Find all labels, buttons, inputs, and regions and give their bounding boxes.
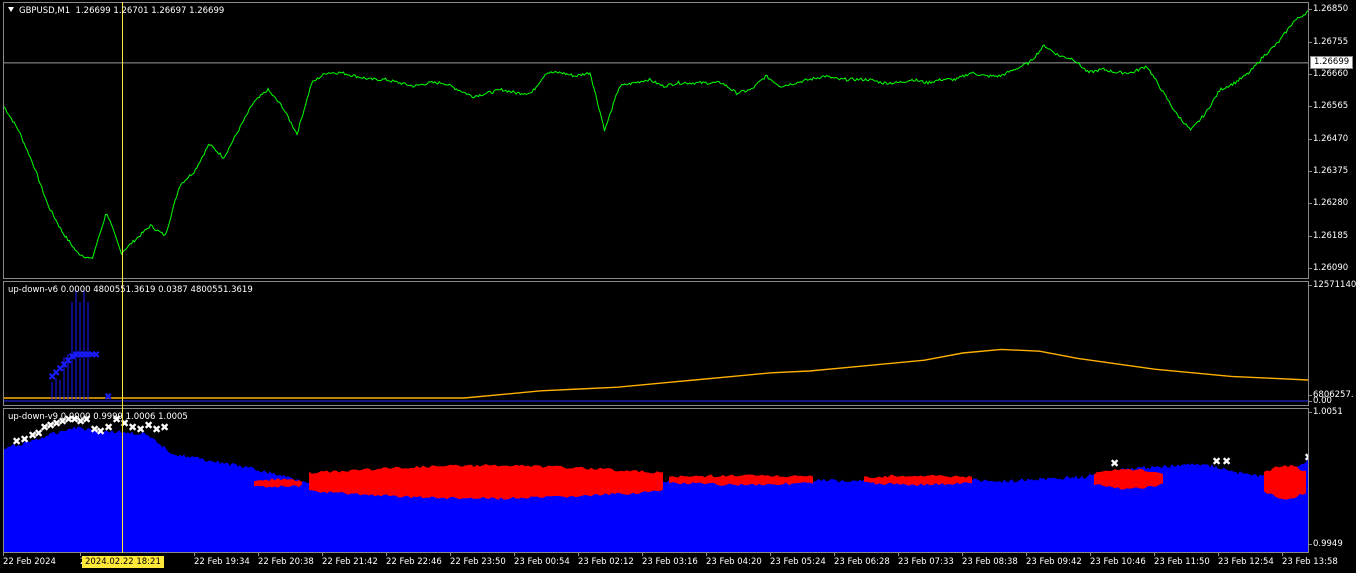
price-tick: 1.26755 xyxy=(1308,36,1349,47)
crosshair-date-label: 2024.02.22 18:21 xyxy=(82,556,164,568)
time-label: 23 Feb 02:12 xyxy=(578,553,634,567)
indicator-v6-marker: ✖ xyxy=(92,350,100,361)
price-tick: 1.26280 xyxy=(1308,198,1349,209)
time-label: 22 Feb 23:50 xyxy=(450,553,506,567)
price-tick: 1.26090 xyxy=(1308,262,1349,273)
time-label: 22 Feb 20:38 xyxy=(258,553,314,567)
indicator-v6-tick: 0.00 xyxy=(1309,396,1332,406)
time-label: 23 Feb 12:54 xyxy=(1218,553,1274,567)
indicator-v9-tick: 0.9949 xyxy=(1309,539,1343,549)
price-tick: 1.26565 xyxy=(1308,101,1349,112)
time-label: 23 Feb 06:28 xyxy=(834,553,890,567)
time-label: 23 Feb 05:24 xyxy=(770,553,826,567)
indicator-v6-marker: ✖ xyxy=(104,392,112,403)
price-tick: 1.26850 xyxy=(1308,4,1349,15)
indicator-v9-marker: ✖ xyxy=(160,421,169,434)
current-price-label: 1.26699 xyxy=(1310,55,1354,69)
indicator-pane-v6[interactable]: up-down-v6 0.0000 4800551.3619 0.0387 48… xyxy=(3,281,1309,406)
time-label: 22 Feb 22:46 xyxy=(386,553,442,567)
indicator-v9-tick: 1.0051 xyxy=(1309,407,1343,417)
time-label: 23 Feb 04:20 xyxy=(706,553,762,567)
time-label: 22 Feb 21:42 xyxy=(322,553,378,567)
indicator-title-v9: up-down-v9 0.0000 0.9999 1.0006 1.0005 xyxy=(8,412,188,422)
price-axis[interactable]: 1.26850 1.26755 1.26660 1.26565 1.26470 1.263… xyxy=(1308,2,1356,279)
crosshair-vertical-line xyxy=(122,2,123,553)
time-label: 23 Feb 10:46 xyxy=(1090,553,1146,567)
indicator-v6-tick: 125711409 xyxy=(1309,280,1356,290)
price-tick: 1.26375 xyxy=(1308,165,1349,176)
symbol-quote: GBPUSD,M1 1.26699 1.26701 1.26697 1.2669… xyxy=(19,6,225,16)
indicator-v9-marker: ✖ xyxy=(1304,451,1309,464)
price-chart-pane[interactable]: GBPUSD,M1 1.26699 1.26701 1.26697 1.2669… xyxy=(3,2,1309,279)
indicator-pane-v9[interactable]: up-down-v9 0.0000 0.9999 1.0006 1.0005 ✖… xyxy=(3,408,1309,553)
price-series-line xyxy=(4,10,1308,259)
indicator-v9-axis: 1.0051 0.9949 xyxy=(1309,407,1356,553)
indicator-v6-line xyxy=(4,348,1308,399)
indicator-v9-marker: ✖ xyxy=(1110,457,1119,470)
time-label: 23 Feb 09:42 xyxy=(1026,553,1082,567)
indicator-v6-axis: 1257114096806257.0.00 xyxy=(1309,280,1356,406)
dropdown-triangle-icon[interactable] xyxy=(8,7,14,12)
indicator-v9-marker: ✖ xyxy=(1222,455,1231,468)
time-label: 22 Feb 2024 xyxy=(3,553,56,567)
time-axis[interactable]: 23 Feb 13:58 23 Feb 12:54 23 Feb 11:50 23 F… xyxy=(0,553,1356,573)
time-label: 23 Feb 03:16 xyxy=(642,553,698,567)
indicator-v9-marker: ✖ xyxy=(1212,455,1221,468)
time-label: 22 Feb 19:34 xyxy=(194,553,250,567)
price-tick: 1.26660 xyxy=(1308,69,1349,80)
time-label: 23 Feb 13:58 xyxy=(1282,553,1338,567)
chart-title: GBPUSD,M1 1.26699 1.26701 1.26697 1.2669… xyxy=(8,6,224,16)
time-label: 23 Feb 08:38 xyxy=(962,553,1018,567)
price-line-canvas xyxy=(4,10,1308,259)
price-tick: 1.26470 xyxy=(1308,133,1349,144)
indicator-v9-canvas: ✖✖✖✖✖✖✖✖✖✖✖✖✖✖✖✖✖✖✖✖✖✖✖✖✖✖ xyxy=(4,413,1309,552)
indicator-title-v6: up-down-v6 0.0000 4800551.3619 0.0387 48… xyxy=(8,285,253,295)
price-tick: 1.26185 xyxy=(1308,230,1349,241)
time-label: 23 Feb 07:33 xyxy=(898,553,954,567)
time-label: 23 Feb 11:50 xyxy=(1154,553,1210,567)
indicator-v6-canvas: ✖✖✖✖✖✖✖✖✖✖✖✖✖ xyxy=(4,290,1308,403)
time-label: 23 Feb 00:54 xyxy=(514,553,570,567)
